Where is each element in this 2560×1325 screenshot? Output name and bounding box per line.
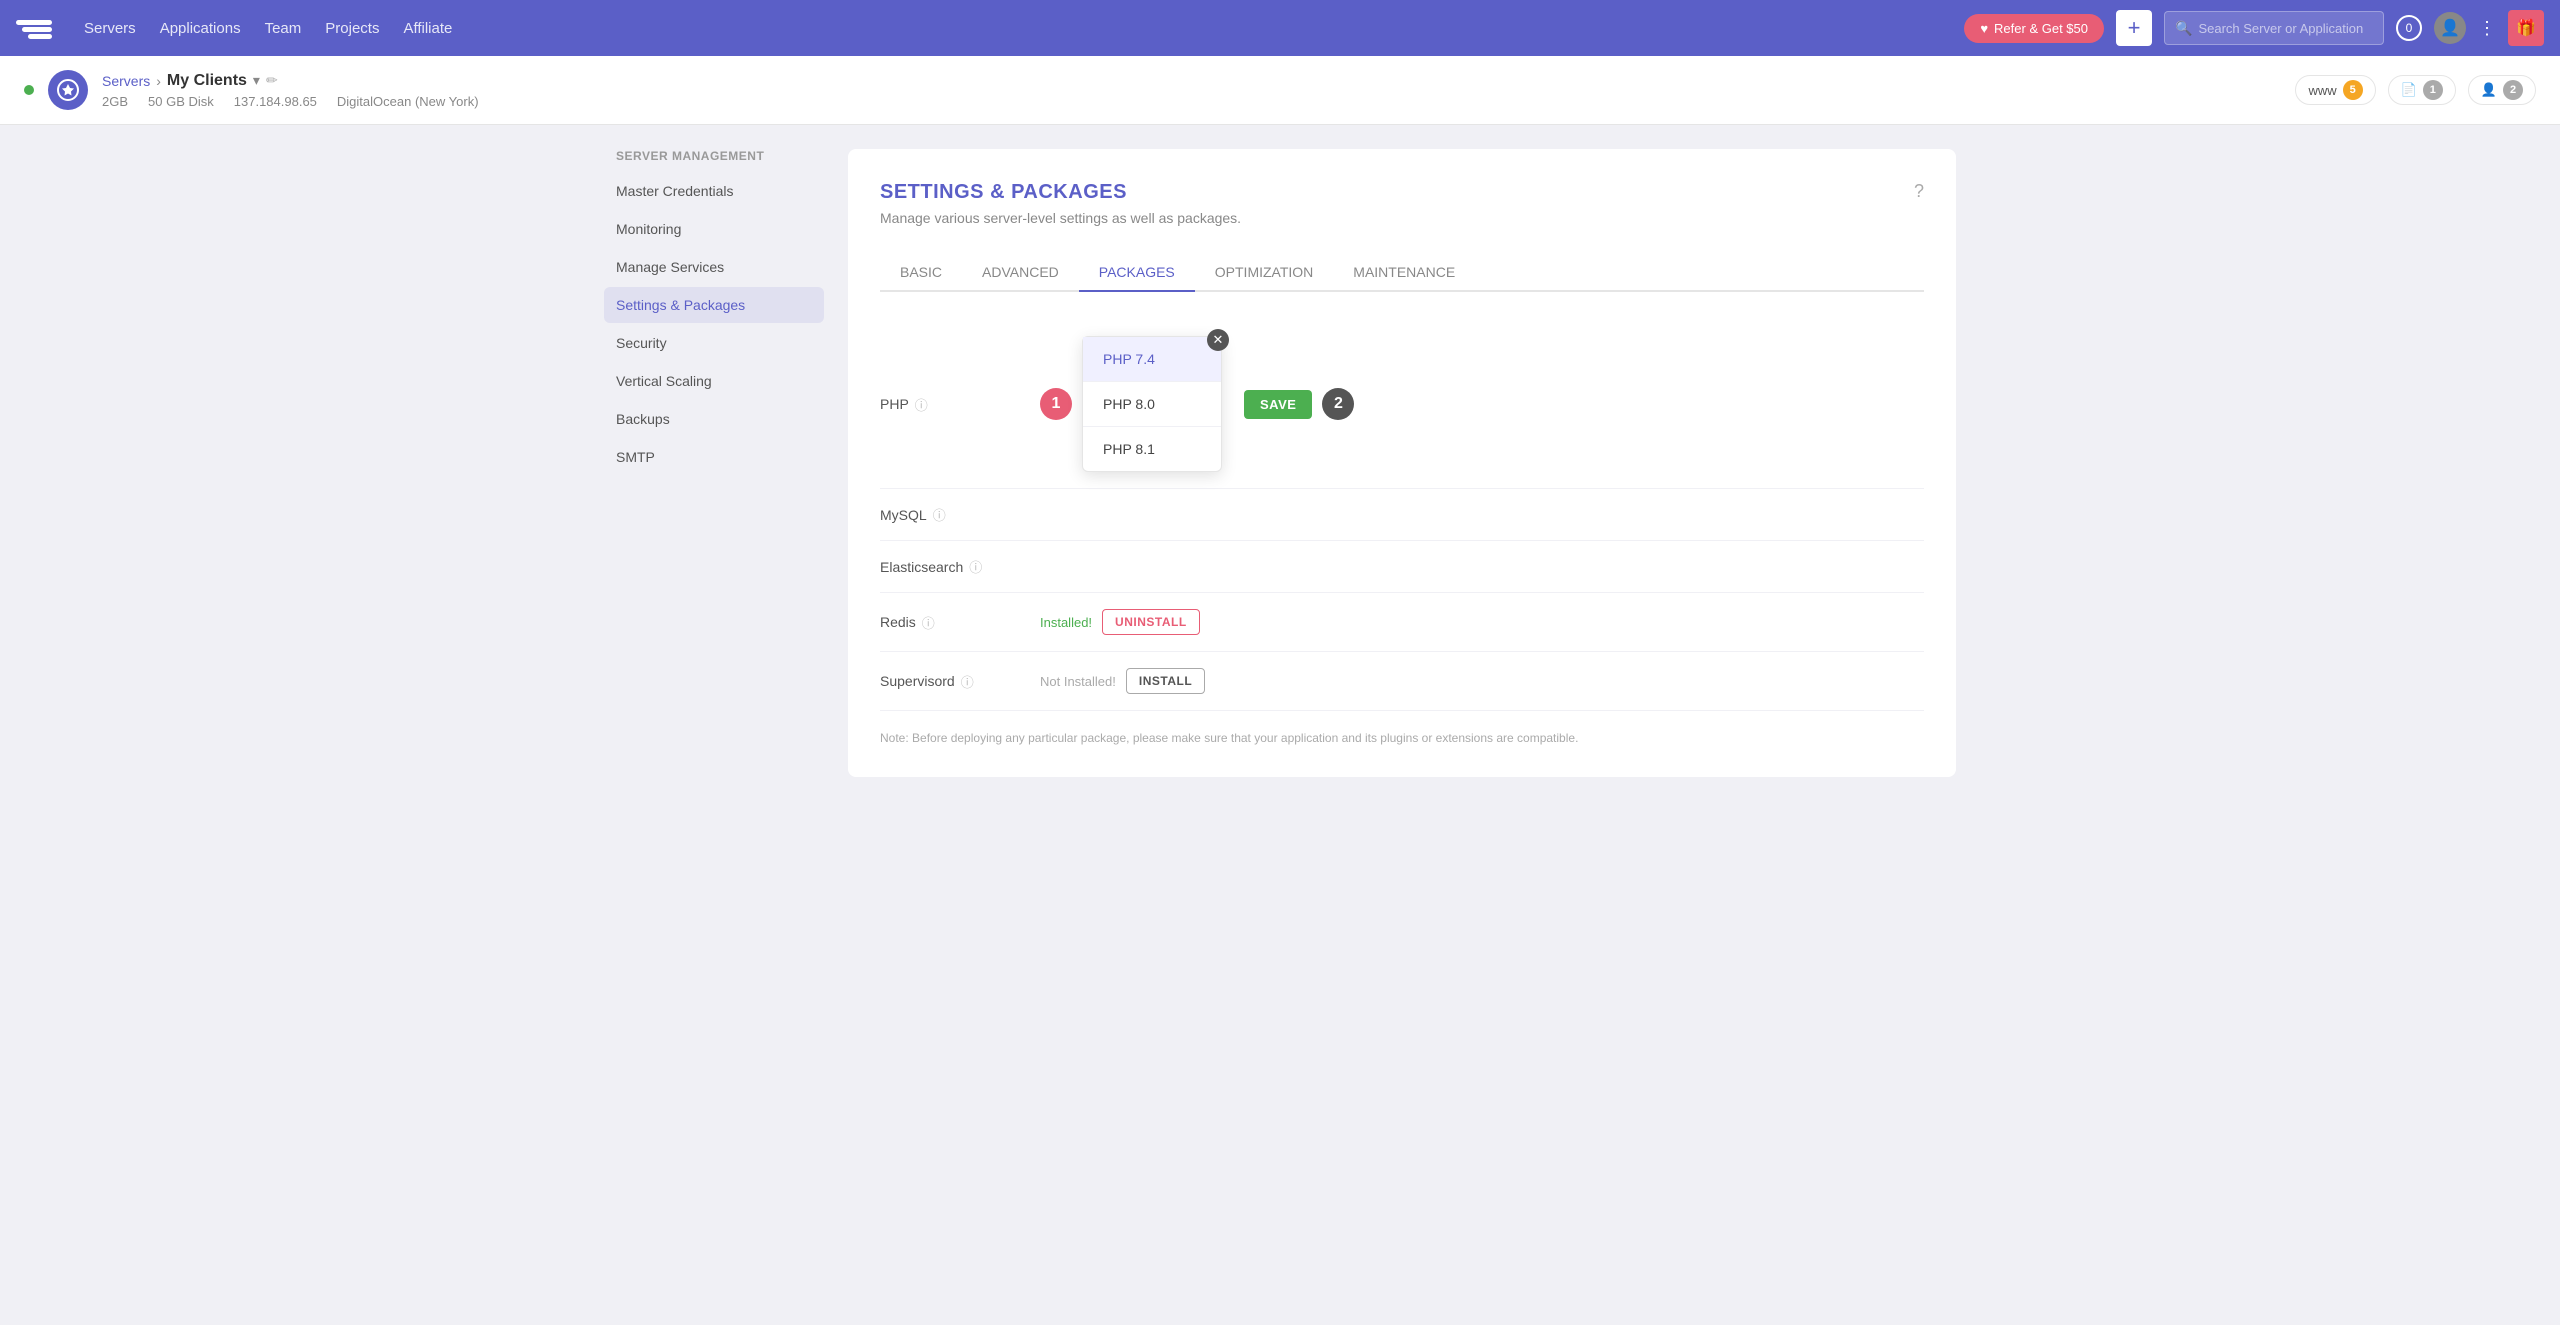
tab-packages[interactable]: PACKAGES bbox=[1079, 254, 1195, 292]
compatibility-note: Note: Before deploying any particular pa… bbox=[880, 731, 1924, 745]
nav-projects[interactable]: Projects bbox=[325, 20, 379, 37]
user-count: 2 bbox=[2503, 80, 2523, 100]
php-option-8-0[interactable]: PHP 8.0 bbox=[1083, 382, 1221, 427]
supervisord-status: Not Installed! bbox=[1040, 674, 1116, 689]
redis-status: Installed! bbox=[1040, 615, 1092, 630]
search-icon: 🔍 bbox=[2175, 20, 2192, 37]
user-icon: 👤 bbox=[2481, 82, 2497, 98]
page-title: SETTINGS & PACKAGES bbox=[880, 181, 1924, 204]
www-label: www bbox=[2308, 83, 2336, 98]
supervisord-control: Not Installed! INSTALL bbox=[1040, 668, 1924, 694]
main-layout: Server Management Master Credentials Mon… bbox=[580, 125, 1980, 801]
heart-icon: ♥ bbox=[1980, 21, 1988, 36]
elasticsearch-info-icon[interactable]: ⓘ bbox=[969, 557, 982, 576]
package-row-elasticsearch: Elasticsearch ⓘ bbox=[880, 541, 1924, 593]
sidebar-section-title: Server Management bbox=[604, 149, 824, 163]
sidebar-item-smtp[interactable]: SMTP bbox=[604, 439, 824, 475]
add-button[interactable]: + bbox=[2116, 10, 2152, 46]
save-button[interactable]: SAVE bbox=[1244, 390, 1312, 419]
www-count: 5 bbox=[2343, 80, 2363, 100]
php-option-8-1[interactable]: PHP 8.1 bbox=[1083, 427, 1221, 471]
package-row-redis: Redis ⓘ Installed! UNINSTALL bbox=[880, 593, 1924, 652]
tab-optimization[interactable]: OPTIMIZATION bbox=[1195, 254, 1334, 292]
nav-affiliate[interactable]: Affiliate bbox=[403, 20, 452, 37]
nav-servers[interactable]: Servers bbox=[84, 20, 136, 37]
tab-advanced[interactable]: ADVANCED bbox=[962, 254, 1079, 292]
mysql-info-icon[interactable]: ⓘ bbox=[933, 505, 946, 524]
server-badges: www 5 📄 1 👤 2 bbox=[2295, 75, 2536, 105]
www-badge[interactable]: www 5 bbox=[2295, 75, 2375, 105]
sidebar: Server Management Master Credentials Mon… bbox=[604, 149, 824, 777]
server-name: My Clients bbox=[167, 72, 247, 90]
sidebar-item-security[interactable]: Security bbox=[604, 325, 824, 361]
redis-control: Installed! UNINSTALL bbox=[1040, 609, 1924, 635]
chevron-down-icon[interactable]: ▾ bbox=[253, 72, 260, 89]
php-dropdown-trigger: 1 ✕ PHP 7.4 PHP 8.0 PHP 8.1 SAVE 2 bbox=[1040, 336, 1354, 472]
refer-button[interactable]: ♥ Refer & Get $50 bbox=[1964, 14, 2104, 43]
php-label: PHP ⓘ bbox=[880, 395, 1040, 414]
server-disk: 50 GB Disk bbox=[148, 94, 214, 109]
redis-info-icon[interactable]: ⓘ bbox=[922, 613, 935, 632]
top-navigation: Servers Applications Team Projects Affil… bbox=[0, 0, 2560, 56]
content-panel: SETTINGS & PACKAGES Manage various serve… bbox=[848, 149, 1956, 777]
refer-label: Refer & Get $50 bbox=[1994, 21, 2088, 36]
server-ram: 2GB bbox=[102, 94, 128, 109]
more-options-icon[interactable]: ⋮ bbox=[2478, 18, 2496, 39]
mysql-label: MySQL ⓘ bbox=[880, 505, 1040, 524]
elasticsearch-label: Elasticsearch ⓘ bbox=[880, 557, 1040, 576]
server-ip: 137.184.98.65 bbox=[234, 94, 317, 109]
server-avatar bbox=[48, 70, 88, 110]
redis-label: Redis ⓘ bbox=[880, 613, 1040, 632]
sidebar-item-monitoring[interactable]: Monitoring bbox=[604, 211, 824, 247]
logo[interactable] bbox=[16, 14, 52, 42]
nav-links: Servers Applications Team Projects Affil… bbox=[84, 20, 1940, 37]
supervisord-install-button[interactable]: INSTALL bbox=[1126, 668, 1205, 694]
notification-badge[interactable]: 0 bbox=[2396, 15, 2422, 41]
server-provider: DigitalOcean (New York) bbox=[337, 94, 479, 109]
search-input[interactable] bbox=[2198, 21, 2368, 36]
edit-icon[interactable]: ✏ bbox=[266, 72, 278, 89]
server-info-left: Servers › My Clients ▾ ✏ 2GB 50 GB Disk … bbox=[24, 70, 479, 110]
php-option-7-4[interactable]: PHP 7.4 bbox=[1083, 337, 1221, 382]
nav-right: ♥ Refer & Get $50 + 🔍 0 👤 ⋮ 🎁 bbox=[1964, 10, 2544, 46]
breadcrumb: Servers › My Clients ▾ ✏ bbox=[102, 72, 479, 90]
servers-link[interactable]: Servers bbox=[102, 73, 150, 89]
gift-button[interactable]: 🎁 bbox=[2508, 10, 2544, 46]
redis-uninstall-button[interactable]: UNINSTALL bbox=[1102, 609, 1200, 635]
server-meta: 2GB 50 GB Disk 137.184.98.65 DigitalOcea… bbox=[102, 94, 479, 109]
nav-applications[interactable]: Applications bbox=[160, 20, 241, 37]
supervisord-info-icon[interactable]: ⓘ bbox=[961, 672, 974, 691]
step-1-badge: 1 bbox=[1040, 388, 1072, 420]
dropdown-close-button[interactable]: ✕ bbox=[1207, 329, 1229, 351]
file-badge[interactable]: 📄 1 bbox=[2388, 75, 2456, 105]
breadcrumb-arrow: › bbox=[156, 73, 161, 89]
supervisord-label: Supervisord ⓘ bbox=[880, 672, 1040, 691]
step-2-badge: 2 bbox=[1322, 388, 1354, 420]
package-row-php: PHP ⓘ 1 ✕ PHP 7.4 PHP 8.0 PHP 8.1 SAVE 2 bbox=[880, 320, 1924, 489]
file-icon: 📄 bbox=[2401, 82, 2417, 98]
search-box: 🔍 bbox=[2164, 11, 2384, 45]
user-badge[interactable]: 👤 2 bbox=[2468, 75, 2536, 105]
avatar[interactable]: 👤 bbox=[2434, 12, 2466, 44]
php-info-icon[interactable]: ⓘ bbox=[915, 395, 928, 414]
package-row-mysql: MySQL ⓘ bbox=[880, 489, 1924, 541]
file-count: 1 bbox=[2423, 80, 2443, 100]
page-subtitle: Manage various server-level settings as … bbox=[880, 210, 1924, 226]
sidebar-item-manage-services[interactable]: Manage Services bbox=[604, 249, 824, 285]
php-version-dropdown: ✕ PHP 7.4 PHP 8.0 PHP 8.1 bbox=[1082, 336, 1222, 472]
tab-basic[interactable]: BASIC bbox=[880, 254, 962, 292]
tabs-bar: BASIC ADVANCED PACKAGES OPTIMIZATION MAI… bbox=[880, 254, 1924, 292]
tab-maintenance[interactable]: MAINTENANCE bbox=[1333, 254, 1475, 292]
nav-team[interactable]: Team bbox=[265, 20, 302, 37]
sidebar-item-settings-packages[interactable]: Settings & Packages bbox=[604, 287, 824, 323]
php-control: 1 ✕ PHP 7.4 PHP 8.0 PHP 8.1 SAVE 2 bbox=[1040, 336, 1924, 472]
package-row-supervisord: Supervisord ⓘ Not Installed! INSTALL bbox=[880, 652, 1924, 711]
sidebar-item-master-credentials[interactable]: Master Credentials bbox=[604, 173, 824, 209]
server-bar: Servers › My Clients ▾ ✏ 2GB 50 GB Disk … bbox=[0, 56, 2560, 125]
sidebar-item-backups[interactable]: Backups bbox=[604, 401, 824, 437]
status-indicator bbox=[24, 85, 34, 95]
help-icon[interactable]: ? bbox=[1914, 181, 1924, 202]
sidebar-item-vertical-scaling[interactable]: Vertical Scaling bbox=[604, 363, 824, 399]
server-details: Servers › My Clients ▾ ✏ 2GB 50 GB Disk … bbox=[102, 72, 479, 109]
